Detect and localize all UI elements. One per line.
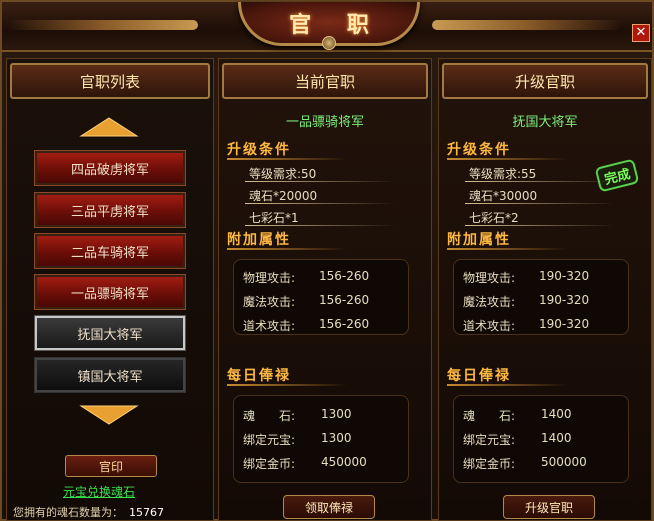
upgrade-rank-panel: 升级官职 抚国大将军 升级条件 完成 等级需求:55 魂石*30000 七彩石*… <box>438 58 652 521</box>
close-button[interactable]: ✕ <box>632 24 650 42</box>
title-bar: 官 职 ✕ <box>2 2 652 52</box>
attr-value: 190-320 <box>539 269 590 283</box>
attr-label: 道术攻击: <box>463 319 516 333</box>
salary-value: 450000 <box>321 455 367 469</box>
req-soulstone: 魂石*30000 <box>465 187 619 204</box>
req-rainbow-stone: 七彩石*1 <box>245 209 399 226</box>
current-rank-name: 一品骠骑将军 <box>285 115 364 130</box>
attr-magic: 魔法攻击: 190-320 <box>463 293 589 310</box>
salary-soulstone: 魂 石: 1400 <box>463 407 572 424</box>
rank-item-2[interactable]: 三品平虏将军 <box>34 192 186 228</box>
attr-label: 魔法攻击: <box>243 295 296 309</box>
rank-item-6[interactable]: 镇国大将军 <box>34 357 186 393</box>
attr-label: 道术攻击: <box>243 319 296 333</box>
salary-bound-yuanbao: 绑定元宝: 1400 <box>463 431 572 448</box>
daily-salary-title: 每日俸禄 <box>447 365 567 386</box>
attr-label: 魔法攻击: <box>463 295 516 309</box>
next-rank-name: 抚国大将军 <box>512 115 578 130</box>
salary-label: 魂 石: <box>463 409 516 423</box>
salary-value: 1400 <box>541 407 572 421</box>
attr-value: 190-320 <box>539 293 590 307</box>
current-rank-panel: 当前官职 一品骠骑将军 升级条件 等级需求:50 魂石*20000 七彩石*1 … <box>218 58 432 521</box>
seal-button[interactable]: 官印 <box>65 455 157 477</box>
attr-taoist: 道术攻击: 190-320 <box>463 317 589 334</box>
scroll-up-arrow-icon[interactable] <box>79 117 139 137</box>
salary-value: 1300 <box>321 431 352 445</box>
current-rank-header: 当前官职 <box>222 63 428 99</box>
req-level: 等级需求:55 <box>465 165 619 182</box>
salary-soulstone: 魂 石: 1300 <box>243 407 352 424</box>
soulstone-count: 您拥有的魂石数量为： 15767 <box>13 504 164 520</box>
salary-value: 1300 <box>321 407 352 421</box>
salary-bound-gold: 绑定金币: 450000 <box>243 455 367 472</box>
rank-item-4[interactable]: 一品骠骑将军 <box>34 274 186 310</box>
attr-magic: 魔法攻击: 156-260 <box>243 293 369 310</box>
attr-taoist: 道术攻击: 156-260 <box>243 317 369 334</box>
attr-value: 156-260 <box>319 269 370 283</box>
upgrade-rank-header: 升级官职 <box>442 63 648 99</box>
salary-value: 500000 <box>541 455 587 469</box>
attr-physical: 物理攻击: 156-260 <box>243 269 369 286</box>
upgrade-conditions-title: 升级条件 <box>447 139 567 160</box>
attr-label: 物理攻击: <box>463 271 516 285</box>
salary-label: 绑定元宝: <box>463 433 516 447</box>
attr-value: 190-320 <box>539 317 590 331</box>
rank-item-5-selected[interactable]: 抚国大将军 <box>34 315 186 351</box>
attr-label: 物理攻击: <box>243 271 296 285</box>
attr-value: 156-260 <box>319 293 370 307</box>
rank-list-panel: 官职列表 四品破虏将军 三品平虏将军 二品车骑将军 一品骠骑将军 抚国大将军 镇… <box>6 58 214 521</box>
soulstone-count-label: 您拥有的魂石数量为： <box>13 506 123 519</box>
scroll-down-arrow-icon[interactable] <box>79 405 139 425</box>
window-title: 官 职 <box>289 11 383 38</box>
upgrade-rank-button[interactable]: 升级官职 <box>503 495 595 519</box>
req-soulstone: 魂石*20000 <box>245 187 399 204</box>
upgrade-conditions-title: 升级条件 <box>227 139 347 160</box>
bonus-attributes-title: 附加属性 <box>447 229 567 250</box>
salary-label: 绑定金币: <box>463 457 516 471</box>
rank-item-3[interactable]: 二品车骑将军 <box>34 233 186 269</box>
rank-item-1[interactable]: 四品破虏将军 <box>34 150 186 186</box>
salary-label: 绑定元宝: <box>243 433 296 447</box>
official-rank-window: 官 职 ✕ 官职列表 四品破虏将军 三品平虏将军 二品车骑将军 一品骠骑将军 抚… <box>0 0 654 521</box>
daily-salary-title: 每日俸禄 <box>227 365 347 386</box>
exchange-soulstone-link[interactable]: 元宝兑换魂石 <box>63 483 135 500</box>
attr-physical: 物理攻击: 190-320 <box>463 269 589 286</box>
soulstone-count-value: 15767 <box>129 506 164 519</box>
req-rainbow-stone: 七彩石*2 <box>465 209 619 226</box>
salary-label: 绑定金币: <box>243 457 296 471</box>
salary-bound-gold: 绑定金币: 500000 <box>463 455 587 472</box>
claim-salary-button[interactable]: 领取俸禄 <box>283 495 375 519</box>
req-level: 等级需求:50 <box>245 165 399 182</box>
salary-label: 魂 石: <box>243 409 296 423</box>
title-gem-ornament <box>322 36 336 50</box>
salary-value: 1400 <box>541 431 572 445</box>
rank-list-header: 官职列表 <box>10 63 210 99</box>
attr-value: 156-260 <box>319 317 370 331</box>
bonus-attributes-title: 附加属性 <box>227 229 347 250</box>
salary-bound-yuanbao: 绑定元宝: 1300 <box>243 431 352 448</box>
